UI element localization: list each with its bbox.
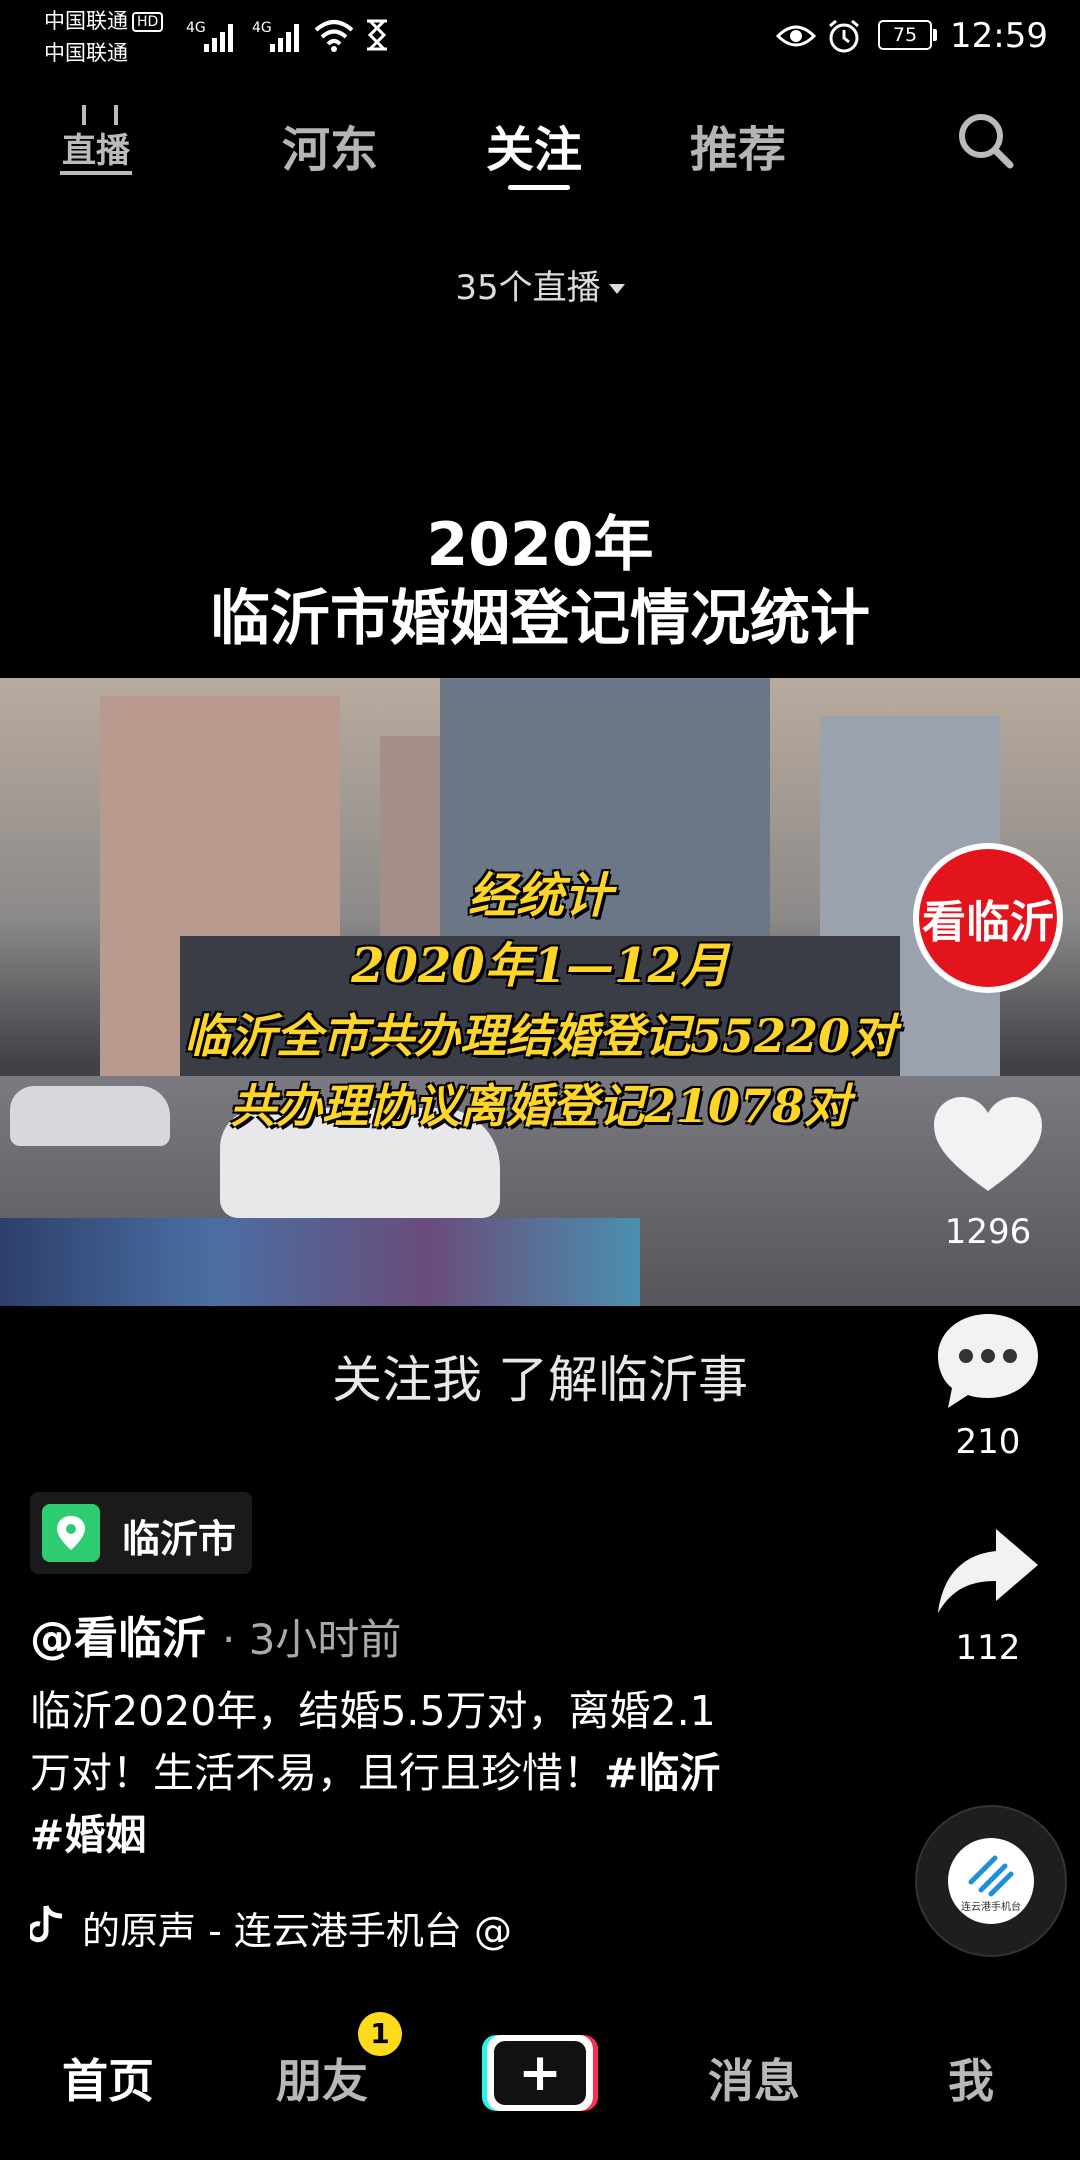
share-arrow-icon[interactable] xyxy=(934,1525,1042,1615)
signal-icon: 4G xyxy=(186,18,242,54)
network-type: 4G xyxy=(186,20,206,36)
eye-icon xyxy=(776,25,816,47)
live-count-label: 35个直播 xyxy=(455,268,601,308)
location-label: 临沂市 xyxy=(122,1517,237,1561)
video-title: 2020年 临沂市婚姻登记情况统计 xyxy=(0,508,1080,656)
location-pin-icon xyxy=(42,1504,100,1562)
live-button[interactable]: 直播 xyxy=(60,105,132,175)
avatar-text: 看临沂 xyxy=(922,897,1054,948)
like-count: 1296 xyxy=(944,1212,1032,1252)
disc-label: 连云港手机台 xyxy=(961,1902,1021,1913)
status-bar: 中国联通 HD 中国联通 4G 4G 75 12:59 xyxy=(0,0,1080,70)
music-note-icon xyxy=(30,1905,63,1943)
live-label: 直播 xyxy=(62,131,130,171)
active-tab-indicator xyxy=(508,185,570,190)
wifi-icon xyxy=(314,20,354,52)
nav-messages[interactable]: 消息 xyxy=(708,2045,800,2111)
overlay-line-3: 临沂全市共办理结婚登记55220对 xyxy=(183,1009,897,1063)
battery-icon: 75 xyxy=(878,20,937,50)
share-count: 112 xyxy=(955,1628,1021,1668)
carrier-1: 中国联通 HD xyxy=(44,8,164,34)
nav-home[interactable]: 首页 xyxy=(62,2045,154,2111)
creator-avatar[interactable]: 看临沂 xyxy=(913,843,1063,993)
description-line-2: 万对！生活不易，且行且珍惜！ xyxy=(30,1749,604,1797)
like-heart-icon[interactable] xyxy=(932,1095,1044,1195)
plus-icon: + xyxy=(494,2041,586,2105)
clock: 12:59 xyxy=(950,16,1048,56)
hd-badge: HD xyxy=(132,12,164,32)
music-label: 的原声 - 连云港手机台 @ xyxy=(82,1909,512,1953)
alarm-icon xyxy=(829,19,859,53)
hourglass-icon xyxy=(367,19,387,51)
hashtag-marriage[interactable]: #婚姻 xyxy=(30,1811,146,1859)
live-icon xyxy=(82,105,118,125)
live-underline xyxy=(60,171,132,175)
video-description: 临沂2020年，结婚5.5万对，离婚2.1 万对！生活不易，且行且珍惜！#临沂 … xyxy=(30,1680,810,1866)
search-icon[interactable] xyxy=(955,110,1015,170)
tab-hedong[interactable]: 河东 xyxy=(282,110,378,180)
overlay-line-4: 共办理协议离婚登记21078对 xyxy=(229,1079,851,1133)
scooters xyxy=(0,1218,640,1306)
create-button[interactable]: + xyxy=(482,2035,598,2111)
carrier-label: 中国联通 xyxy=(44,9,128,33)
caret-down-icon xyxy=(608,284,625,294)
video-title-line-2: 临沂市婚姻登记情况统计 xyxy=(210,584,870,654)
post-time: · 3小时前 xyxy=(222,1615,402,1664)
video-title-line-1: 2020年 xyxy=(426,510,654,580)
nav-me[interactable]: 我 xyxy=(948,2045,994,2111)
creator-handle[interactable]: @看临沂 xyxy=(30,1602,206,1666)
description-line-1: 临沂2020年，结婚5.5万对，离婚2.1 xyxy=(30,1687,716,1735)
comment-count: 210 xyxy=(955,1422,1021,1462)
network-type-2: 4G xyxy=(252,20,272,36)
friends-badge: 1 xyxy=(358,2012,402,2056)
video-frame[interactable]: 经统计 2020年1—12月 临沂全市共办理结婚登记55220对 共办理协议离婚… xyxy=(0,678,1080,1306)
music-disc-cover: 连云港手机台 xyxy=(948,1838,1034,1924)
music-disc[interactable]: 连云港手机台 xyxy=(915,1805,1067,1957)
nav-friends[interactable]: 朋友 xyxy=(276,2045,368,2111)
channel-logo-icon xyxy=(968,1855,1014,1897)
tab-recommended[interactable]: 推荐 xyxy=(690,110,786,180)
carrier-2: 中国联通 xyxy=(44,41,128,65)
hashtag-linyi[interactable]: #临沂 xyxy=(604,1749,720,1797)
video-subcaption: 关注我 了解临沂事 xyxy=(332,1351,748,1409)
comment-icon[interactable] xyxy=(934,1310,1042,1410)
signal-icon-2: 4G xyxy=(252,18,308,54)
live-count-dropdown[interactable]: 35个直播 xyxy=(0,260,1080,309)
tab-following[interactable]: 关注 xyxy=(486,110,582,180)
music-ticker[interactable]: 的原声 - 连云港手机台 @ xyxy=(30,1898,590,1954)
location-tag[interactable]: 临沂市 xyxy=(30,1492,252,1574)
